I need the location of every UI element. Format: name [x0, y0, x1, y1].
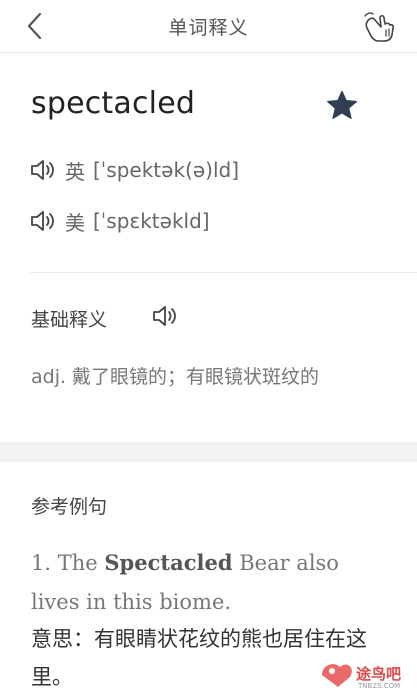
example-sentence: 1. The Spectacled Bear also lives in thi… — [31, 543, 391, 622]
pronunciation-label: 英 — [65, 159, 85, 184]
speaker-icon[interactable] — [29, 209, 57, 233]
pronunciation-us: 美 [ˈspɛktəkld] — [29, 206, 210, 236]
phonetic-text: [ˈspektək(ə)ld] — [93, 158, 239, 182]
definition-text: adj. 戴了眼镜的；有眼镜状斑纹的 — [31, 366, 320, 388]
example-keyword: Spectacled — [104, 550, 233, 575]
watermark-subtext: TNBZS.COM — [358, 682, 401, 690]
examples-title: 参考例句 — [31, 496, 108, 518]
speaker-icon[interactable] — [29, 158, 57, 182]
section-separator — [0, 442, 417, 462]
star-icon[interactable] — [325, 89, 359, 123]
page-title: 单词释义 — [168, 17, 249, 39]
watermark-text: 途鸟吧 — [356, 665, 402, 683]
pronunciation-label: 美 — [65, 210, 85, 235]
basic-definition-title: 基础释义 — [31, 309, 108, 331]
pronunciation-uk: 英 [ˈspektək(ə)ld] — [29, 155, 239, 185]
hand-tap-icon[interactable] — [363, 10, 397, 42]
phonetic-text: [ˈspɛktəkld] — [93, 209, 210, 233]
example-number: 1. — [31, 551, 52, 575]
divider — [30, 272, 417, 273]
example-text-before: The — [57, 551, 98, 575]
nav-bar: 单词释义 — [0, 0, 417, 53]
headword: spectacled — [31, 86, 196, 121]
speaker-icon[interactable] — [151, 303, 179, 329]
